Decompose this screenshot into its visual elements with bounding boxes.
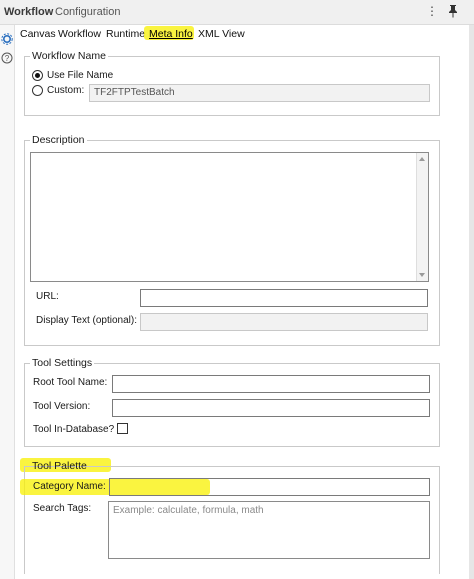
workflow-name-legend: Workflow Name (30, 50, 108, 62)
help-icon[interactable]: ? (1, 52, 13, 64)
title-separator: - (48, 6, 52, 18)
search-tags-placeholder: Example: calculate, formula, math (113, 505, 264, 516)
panel-right-edge (469, 25, 474, 579)
root-tool-name-input[interactable] (112, 375, 430, 393)
config-side-strip: ? (0, 25, 15, 579)
scroll-down-icon[interactable] (419, 273, 425, 277)
tab-workflow[interactable]: Workflow (58, 28, 101, 40)
window-subtitle: Configuration (55, 6, 121, 18)
tool-in-database-checkbox[interactable] (117, 423, 128, 434)
display-text-input[interactable] (140, 313, 428, 331)
tool-version-label: Tool Version: (33, 401, 91, 412)
tool-palette-legend: Tool Palette (32, 460, 87, 472)
svg-text:?: ? (5, 54, 10, 63)
url-label: URL: (36, 291, 59, 302)
search-tags-label: Search Tags: (33, 503, 92, 514)
tab-xml-view[interactable]: XML View (198, 28, 245, 40)
tool-version-input[interactable] (112, 399, 430, 417)
category-name-input[interactable] (109, 478, 430, 496)
description-scrollbar[interactable] (416, 153, 428, 281)
url-input[interactable] (140, 289, 428, 307)
use-file-name-label: Use File Name (47, 70, 114, 81)
custom-name-label: Custom: (47, 85, 85, 96)
description-legend: Description (30, 134, 87, 146)
tool-settings-legend: Tool Settings (30, 357, 95, 369)
tab-meta-info[interactable]: Meta Info (149, 28, 193, 40)
search-tags-textarea[interactable]: Example: calculate, formula, math (108, 501, 430, 559)
root-tool-name-label: Root Tool Name: (33, 377, 108, 388)
window-title: Workflow (4, 6, 54, 18)
use-file-name-radio[interactable] (32, 70, 43, 81)
scroll-up-icon[interactable] (419, 157, 425, 161)
tab-canvas[interactable]: Canvas (20, 28, 56, 40)
pin-icon[interactable] (446, 4, 460, 20)
config-tabs: Canvas Workflow Runtime Meta Info XML Vi… (14, 25, 474, 42)
tab-runtime[interactable]: Runtime (106, 28, 145, 40)
custom-name-field[interactable]: TF2FTPTestBatch (89, 84, 430, 102)
category-name-label: Category Name: (33, 481, 106, 492)
tool-in-database-label: Tool In-Database? (33, 424, 115, 435)
configuration-gear-icon[interactable] (1, 33, 13, 45)
custom-name-radio[interactable] (32, 85, 43, 96)
display-text-label: Display Text (optional): (36, 315, 137, 326)
description-textarea[interactable] (30, 152, 429, 282)
window-title-bar: Workflow - Configuration ⋮ (0, 0, 474, 25)
more-options-icon[interactable]: ⋮ (425, 4, 439, 20)
